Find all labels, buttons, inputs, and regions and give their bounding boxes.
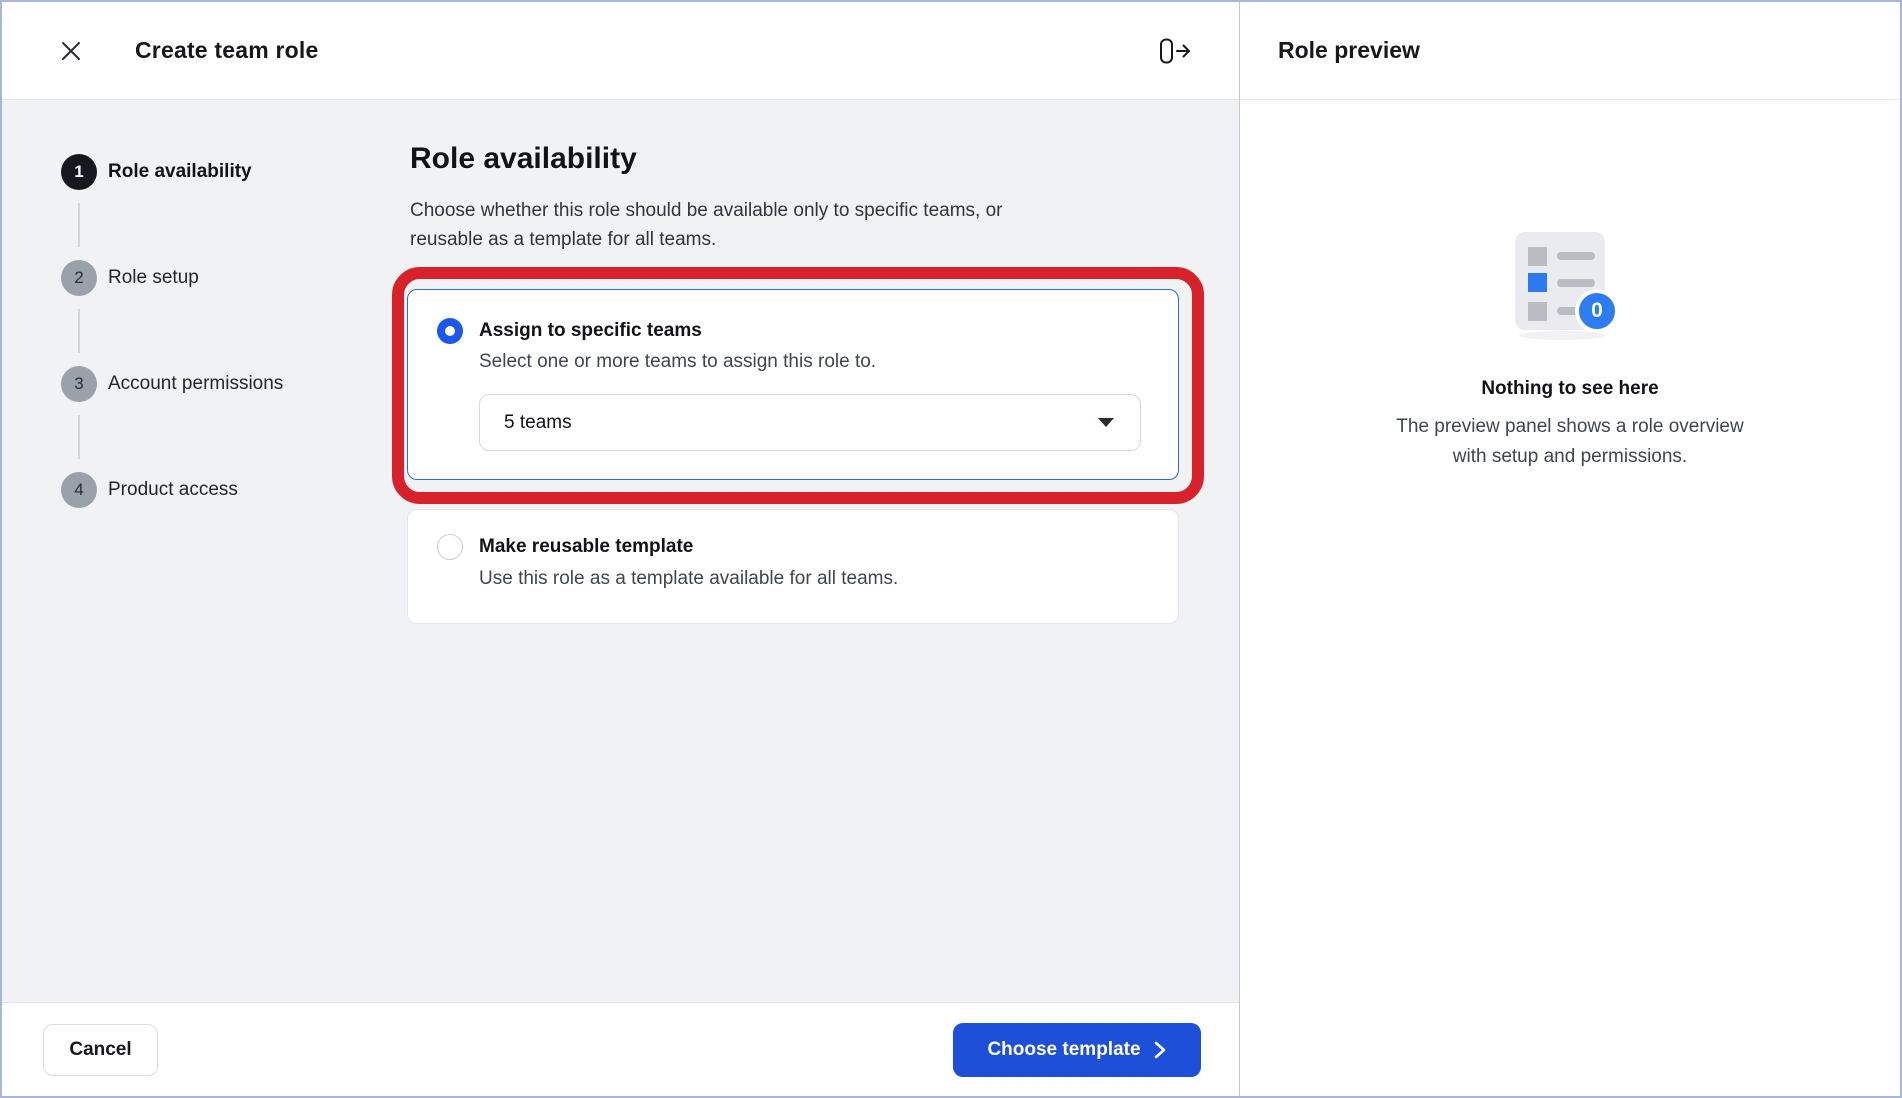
close-button[interactable]: [54, 34, 88, 68]
option-1-label: Assign to specific teams: [479, 320, 702, 342]
list-bar: [1557, 279, 1595, 287]
panel-collapse-right-icon: [1159, 37, 1191, 65]
caret-down-icon: [1098, 418, 1114, 427]
step-2-label: Role setup: [108, 267, 199, 289]
option-2-radio-row[interactable]: Make reusable template: [437, 534, 1178, 560]
empty-list-illustration-icon: 0: [1509, 232, 1631, 344]
step-1-label: Role availability: [108, 161, 252, 183]
step-role-setup[interactable]: 2 Role setup: [61, 260, 283, 296]
option-1-radio-row[interactable]: Assign to specific teams: [437, 318, 1178, 344]
preview-title: Role preview: [1278, 37, 1420, 64]
radio-unselected-icon[interactable]: [437, 534, 463, 560]
page-title: Role availability: [410, 142, 637, 176]
close-icon: [59, 39, 83, 63]
teams-select-value: 5 teams: [504, 412, 572, 434]
dialog-title: Create team role: [135, 37, 318, 64]
step-connector: [78, 309, 80, 353]
collapse-panel-button[interactable]: [1155, 34, 1195, 68]
option-1-description: Select one or more teams to assign this …: [479, 351, 1178, 373]
page-description: Choose whether this role should be avail…: [410, 196, 1003, 254]
empty-state-heading: Nothing to see here: [1481, 378, 1658, 400]
wizard-header: Create team role: [2, 2, 1239, 100]
teams-select[interactable]: 5 teams: [479, 394, 1141, 451]
stepper: 1 Role availability 2 Role setup 3 Accou…: [61, 154, 283, 508]
wizard-body: 1 Role availability 2 Role setup 3 Accou…: [2, 100, 1239, 1002]
empty-state-description: The preview panel shows a role overview …: [1396, 412, 1743, 472]
wizard-column: Create team role 1 Role availability: [2, 2, 1240, 1096]
option-assign-specific-teams[interactable]: Assign to specific teams Select one or m…: [407, 289, 1179, 480]
option-2-description: Use this role as a template available fo…: [479, 568, 1178, 590]
zero-count-badge: 0: [1575, 289, 1619, 333]
step-1-circle: 1: [61, 154, 97, 190]
step-role-availability[interactable]: 1 Role availability: [61, 154, 283, 190]
list-square-gray: [1528, 302, 1547, 321]
preview-header: Role preview: [1240, 2, 1900, 100]
empty-state-line-1: The preview panel shows a role overview: [1396, 412, 1743, 442]
wizard-footer: Cancel Choose template: [2, 1002, 1239, 1096]
choose-template-button[interactable]: Choose template: [953, 1023, 1201, 1077]
step-account-permissions[interactable]: 3 Account permissions: [61, 366, 283, 402]
empty-state-line-2: with setup and permissions.: [1396, 442, 1743, 472]
choose-template-label: Choose template: [987, 1039, 1140, 1061]
option-make-reusable-template[interactable]: Make reusable template Use this role as …: [407, 509, 1179, 624]
step-4-label: Product access: [108, 479, 238, 501]
preview-empty-state: 0 Nothing to see here The preview panel …: [1240, 100, 1900, 1096]
step-3-label: Account permissions: [108, 373, 283, 395]
list-square-gray: [1528, 247, 1547, 266]
option-2-label: Make reusable template: [479, 536, 693, 558]
page-description-line-2: reusable as a template for all teams.: [410, 225, 1003, 254]
create-team-role-dialog: Create team role 1 Role availability: [0, 0, 1902, 1098]
list-square-blue: [1528, 273, 1547, 292]
chevron-right-icon: [1153, 1041, 1167, 1059]
step-3-circle: 3: [61, 366, 97, 402]
radio-selected-icon[interactable]: [437, 318, 463, 344]
step-connector: [78, 203, 80, 247]
list-bar: [1557, 252, 1595, 260]
step-product-access[interactable]: 4 Product access: [61, 472, 283, 508]
role-preview-panel: Role preview 0 Nothing to see here The p…: [1240, 2, 1900, 1096]
step-4-circle: 4: [61, 472, 97, 508]
cancel-button[interactable]: Cancel: [43, 1024, 158, 1076]
step-connector: [78, 415, 80, 459]
page-description-line-1: Choose whether this role should be avail…: [410, 196, 1003, 225]
step-2-circle: 2: [61, 260, 97, 296]
